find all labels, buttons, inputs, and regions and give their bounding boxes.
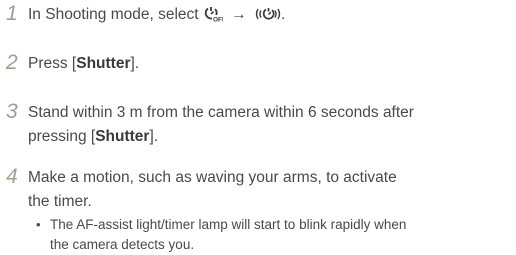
step-text-line: pressing [Shutter]. xyxy=(28,125,510,149)
step-text-part: In Shooting mode, select xyxy=(28,6,199,23)
step-number: 1 xyxy=(6,2,18,25)
shutter-button-label: Shutter xyxy=(76,55,131,72)
bullet-text-line: the camera detects you. xyxy=(50,237,195,252)
self-timer-off-icon: OFF xyxy=(203,6,226,30)
step-text-part: pressing [ xyxy=(28,128,96,145)
step-2: 2 Press [Shutter]. xyxy=(6,51,511,77)
step-text-part: Press [ xyxy=(28,55,77,72)
arrow-symbol: → xyxy=(231,6,247,23)
step-text-line: Stand within 3 m from the camera within … xyxy=(28,104,414,121)
step-3: 3 Stand within 3 m from the camera withi… xyxy=(6,100,511,150)
motion-timer-icon xyxy=(255,6,281,30)
bullet-text: The AF-assist light/timer lamp will star… xyxy=(50,215,508,255)
step-text-line: Make a motion, such as waving your arms,… xyxy=(28,169,397,186)
bullet-symbol: • xyxy=(36,217,41,232)
step-text: Press [Shutter]. xyxy=(28,52,510,76)
step-text: Make a motion, such as waving your arms,… xyxy=(28,166,510,214)
step-text: Stand within 3 m from the camera within … xyxy=(28,101,510,149)
step-text: In Shooting mode, select OFF → xyxy=(28,3,510,30)
bullet-note: • The AF-assist light/timer lamp will st… xyxy=(36,215,506,255)
step-4: 4 Make a motion, such as waving your arm… xyxy=(6,165,511,252)
step-number: 2 xyxy=(6,51,18,74)
step-1: 1 In Shooting mode, select OFF → xyxy=(6,2,511,28)
step-number: 3 xyxy=(6,100,18,123)
bullet-text-line: The AF-assist light/timer lamp will star… xyxy=(50,217,407,232)
step-text-part: ]. xyxy=(130,55,140,72)
step-number: 4 xyxy=(6,165,18,188)
svg-text:OFF: OFF xyxy=(213,17,223,23)
shutter-button-label: Shutter xyxy=(95,128,150,145)
step-text-part: . xyxy=(281,6,286,23)
step-text-part: ]. xyxy=(149,128,159,145)
step-text-line: the timer. xyxy=(28,193,92,210)
